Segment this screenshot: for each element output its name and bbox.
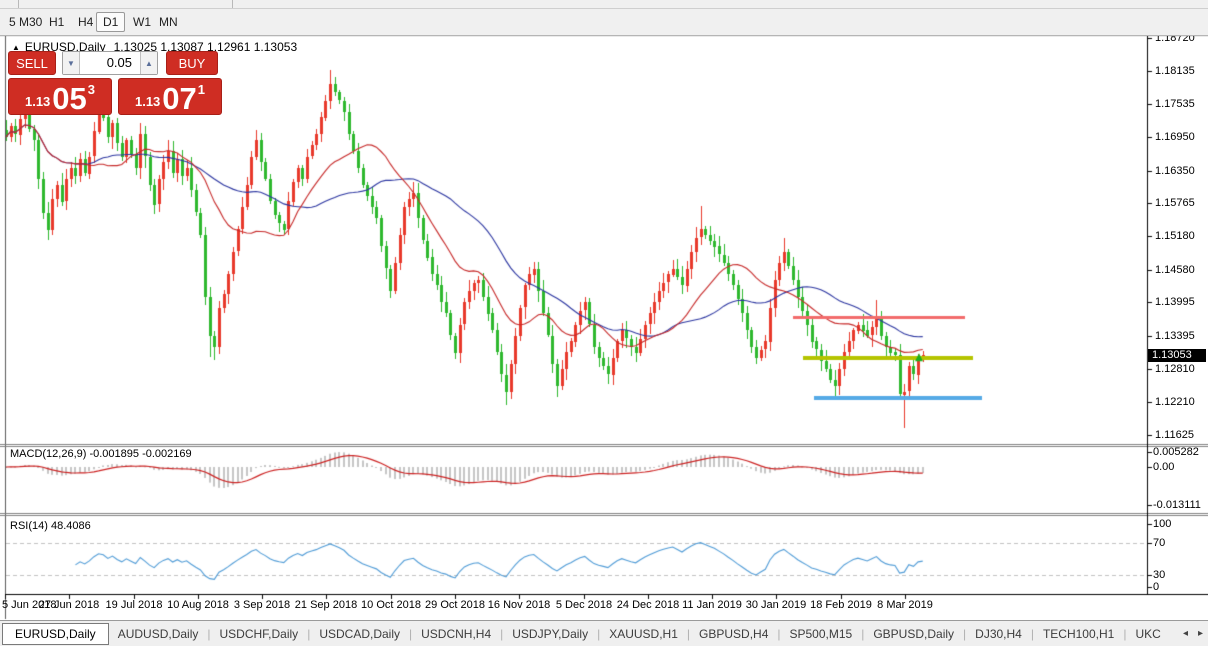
rsi-axis-label: 100 [1153,518,1171,530]
rsi-axis-label: 30 [1153,569,1165,581]
rsi-header: RSI(14) 48.4086 [10,520,91,532]
date-axis-label: 24 Dec 2018 [617,599,679,611]
chart-tab-usdcad-daily[interactable]: USDCAD,Daily [310,623,409,645]
macd-header: MACD(12,26,9) -0.001895 -0.002169 [10,448,192,460]
price-axis-label: 1.18135 [1155,65,1195,77]
chart-tab-usdjpy-daily[interactable]: USDJPY,Daily [503,623,597,645]
buy-price-sup: 1 [198,82,205,97]
current-price-tag: 1.13053 [1148,349,1206,362]
rsi-axis-label: 70 [1153,537,1165,549]
date-axis-label: 5 Dec 2018 [556,599,612,611]
buy-price-big: 07 [162,84,196,113]
volume-decrease-icon[interactable]: ▼ [63,52,80,74]
chart-tab-audusd-daily[interactable]: AUDUSD,Daily [109,623,208,645]
date-axis-label: 27 Jun 2018 [39,599,100,611]
timeframe-button-d1[interactable]: D1 [96,12,125,32]
volume-increase-icon[interactable]: ▲ [140,52,157,74]
chart-tab-xauusd-h1[interactable]: XAUUSD,H1 [600,623,687,645]
top-toolbar-strip [0,0,1208,9]
buy-price-prefix: 1.13 [135,94,160,109]
tab-scroll-left-icon[interactable]: ◂ [1181,628,1190,639]
tab-scroll-right-icon[interactable]: ▸ [1196,628,1205,639]
rsi-axis-label: 0 [1153,581,1159,593]
chart-tab-sp500-m15[interactable]: SP500,M15 [781,623,862,645]
date-axis-label: 29 Oct 2018 [425,599,485,611]
timeframe-toolbar: 5M30H1H4D1W1MN [0,9,1208,36]
date-axis-label: 30 Jan 2019 [746,599,807,611]
price-axis-label: 1.11625 [1155,429,1194,441]
price-axis-label: 1.13395 [1155,330,1195,342]
one-click-trade-panel: SELL ▼ 0.05 ▲ BUY 1.13 05 3 1.13 07 1 [8,51,222,115]
chart-tab-tech100-h1[interactable]: TECH100,H1 [1034,623,1123,645]
date-axis-label: 10 Oct 2018 [361,599,421,611]
chart-tab-dj30-h4[interactable]: DJ30,H4 [966,623,1031,645]
sell-button[interactable]: SELL [8,51,56,75]
price-axis-label: 1.15180 [1155,230,1195,242]
date-axis-label: 19 Jul 2018 [106,599,163,611]
volume-input[interactable]: 0.05 [80,52,140,74]
timeframe-button-h1[interactable]: H1 [42,12,71,32]
toolbar-separator [18,0,19,8]
sell-price-sup: 3 [88,82,95,97]
date-axis-label: 16 Nov 2018 [488,599,550,611]
chart-tab-gbpusd-h4[interactable]: GBPUSD,H4 [690,623,777,645]
chart-tab-gbpusd-daily[interactable]: GBPUSD,Daily [864,623,963,645]
price-axis-label: 1.16350 [1155,165,1195,177]
chart-tab-eurusd-daily[interactable]: EURUSD,Daily [2,623,109,645]
macd-axis-label: 0.005282 [1153,446,1199,458]
toolbar-separator [232,0,233,8]
macd-axis-label: -0.013111 [1153,499,1201,511]
volume-stepper: ▼ 0.05 ▲ [62,51,158,75]
sell-price-prefix: 1.13 [25,94,50,109]
price-axis-label: 1.16950 [1155,131,1195,143]
macd-axis-label: 0.00 [1153,461,1174,473]
chart-tab-usdcnh-h4[interactable]: USDCNH,H4 [412,623,500,645]
chart-tab-ukc[interactable]: UKC [1126,623,1169,645]
price-axis-label: 1.12210 [1155,396,1195,408]
date-axis-label: 21 Sep 2018 [295,599,357,611]
sell-price-big: 05 [52,84,86,113]
price-axis-label: 1.12810 [1155,363,1195,375]
date-axis-label: 8 Mar 2019 [877,599,933,611]
buy-button[interactable]: BUY [166,51,218,75]
chart-tab-usdchf-daily[interactable]: USDCHF,Daily [211,623,308,645]
date-axis-label: 10 Aug 2018 [167,599,229,611]
date-axis-label: 3 Sep 2018 [234,599,290,611]
date-axis-label: 18 Feb 2019 [810,599,872,611]
timeframe-button-mn[interactable]: MN [152,12,185,32]
sell-price-box[interactable]: 1.13 05 3 [8,78,112,115]
price-axis-label: 1.13995 [1155,296,1195,308]
price-axis-label: 1.15765 [1155,197,1195,209]
date-axis-label: 11 Jan 2019 [682,599,742,611]
price-axis-label: 1.14580 [1155,264,1195,276]
chart-tab-bar: EURUSD,DailyAUDUSD,Daily|USDCHF,Daily|US… [0,620,1208,646]
buy-price-box[interactable]: 1.13 07 1 [118,78,222,115]
price-axis-label: 1.17535 [1155,98,1195,110]
